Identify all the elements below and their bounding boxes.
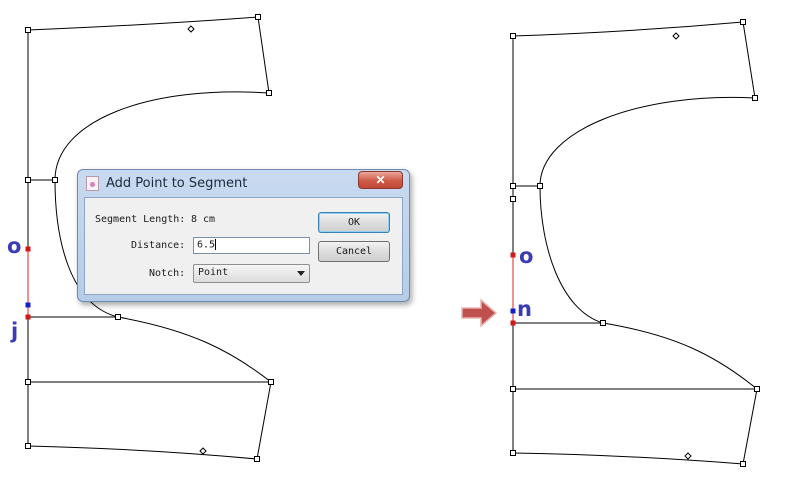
left-bottom-right-edge (256, 381, 272, 460)
distance-value: 6.5 (197, 239, 216, 251)
right-point-n[interactable] (510, 308, 516, 314)
left-point-new[interactable] (25, 302, 31, 308)
ok-button[interactable]: OK (318, 212, 390, 233)
right-pattern-piece[interactable] (512, 21, 758, 465)
notch-label: Notch: (149, 268, 186, 279)
right-label-o: o (519, 244, 534, 268)
right-top-right-edge (742, 21, 756, 99)
notch-select[interactable]: Point (193, 264, 310, 283)
app-icon (86, 176, 99, 191)
distance-input[interactable]: 6.5 (193, 237, 310, 254)
cancel-button[interactable]: Cancel (318, 241, 390, 262)
add-point-dialog: Add Point to Segment ✕ Segment Length: 8… (77, 169, 410, 302)
segment-length-label: Segment Length: (95, 214, 186, 225)
close-button[interactable]: ✕ (358, 171, 403, 189)
left-lower-curve (117, 316, 272, 383)
right-control-points[interactable] (510, 19, 760, 467)
right-point-end[interactable] (510, 320, 516, 326)
right-arrow-icon (461, 298, 498, 328)
close-icon: ✕ (375, 173, 386, 187)
left-point-o[interactable] (25, 246, 31, 252)
right-curve-edge (539, 96, 756, 324)
dialog-title: Add Point to Segment (106, 176, 248, 191)
dialog-body: Segment Length: 8 cm Distance: 6.5 Notch… (84, 197, 403, 295)
left-top-edge (27, 16, 259, 31)
right-lower-curve (602, 322, 758, 390)
left-top-right-edge (257, 16, 270, 94)
dropdown-arrow-icon (297, 271, 305, 276)
right-top-edge (512, 21, 744, 37)
notch-selected-value: Point (198, 267, 229, 278)
dialog-titlebar[interactable]: Add Point to Segment ✕ (78, 170, 409, 197)
segment-length-value: 8 cm (191, 214, 216, 225)
left-bottom-edge (27, 445, 258, 460)
left-label-o: o (7, 234, 22, 258)
right-bottom-edge (512, 452, 744, 465)
right-label-n: n (517, 297, 532, 321)
right-point-o[interactable] (510, 252, 516, 258)
left-label-j: j (11, 319, 19, 343)
left-point-j[interactable] (25, 314, 31, 320)
right-bottom-right-edge (742, 388, 758, 465)
distance-label: Distance: (131, 240, 186, 251)
